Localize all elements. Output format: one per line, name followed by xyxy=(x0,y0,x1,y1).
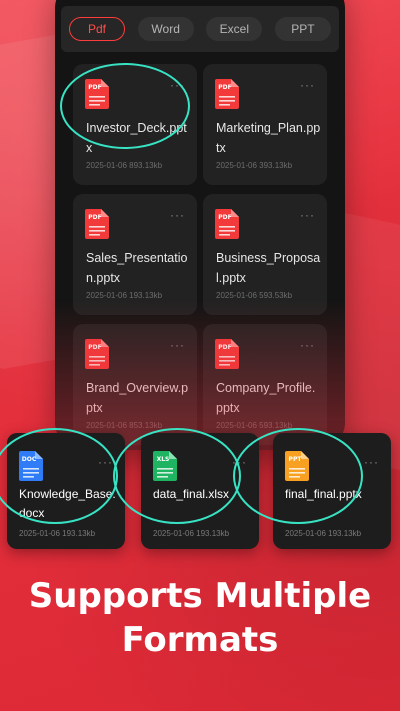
file-type-label: PDF xyxy=(88,344,102,351)
file-name: Sales_Presentation.pptx xyxy=(86,251,188,285)
doc-file-icon: DOC xyxy=(19,451,43,481)
file-name: Brand_Overview.pptx xyxy=(86,381,189,415)
more-options-icon[interactable]: ··· xyxy=(170,338,185,352)
file-card[interactable]: PDF ··· Marketing_Plan.pptx 2025-01-06 3… xyxy=(203,64,327,185)
file-type-label: PPT xyxy=(288,456,302,463)
pdf-file-icon: PDF xyxy=(215,209,239,239)
file-name: Marketing_Plan.pptx xyxy=(216,121,321,155)
file-meta: 2025-01-06 893.13kb xyxy=(86,161,163,170)
pdf-file-icon: PDF xyxy=(215,339,239,369)
file-meta: 2025-01-06 193.13kb xyxy=(86,291,163,300)
file-meta: 2025-01-06 393.13kb xyxy=(216,161,293,170)
pdf-file-icon: PDF xyxy=(215,79,239,109)
headline-line-1: Supports Multiple xyxy=(28,576,372,616)
file-name: Investor_Deck.pptx xyxy=(86,121,187,155)
more-options-icon[interactable]: ··· xyxy=(300,78,315,92)
featured-file-card[interactable]: XLS ··· data_final.xlsx 2025-01-06 193.1… xyxy=(141,433,259,549)
format-tab-bar: Pdf Word Excel PPT xyxy=(61,6,339,52)
file-meta: 2025-01-06 593.53kb xyxy=(216,291,293,300)
tab-pdf[interactable]: Pdf xyxy=(69,17,125,41)
file-type-label: DOC xyxy=(21,456,37,463)
more-options-icon[interactable]: ··· xyxy=(170,78,185,92)
pdf-file-icon: PDF xyxy=(85,339,109,369)
file-type-label: PDF xyxy=(88,84,102,91)
file-meta: 2025-01-06 853.13kb xyxy=(86,421,163,430)
file-name: data_final.xlsx xyxy=(153,487,230,501)
headline-line-2: Formats xyxy=(121,620,279,660)
file-meta: 2025-01-06 193.13kb xyxy=(19,529,96,538)
featured-file-card[interactable]: PPT ··· final_final.pptx 2025-01-06 193.… xyxy=(273,433,391,549)
file-name: Business_Proposal.pptx xyxy=(216,251,321,285)
phone-mockup: Pdf Word Excel PPT PDF ··· Investor_Deck… xyxy=(55,0,345,450)
file-type-label: PDF xyxy=(218,344,232,351)
headline: Supports Multiple Formats xyxy=(0,574,400,662)
file-card[interactable]: PDF ··· Company_Profile.pptx 2025-01-06 … xyxy=(203,324,327,445)
featured-file-card[interactable]: DOC ··· Knowledge_Base.docx 2025-01-06 1… xyxy=(7,433,125,549)
more-options-icon[interactable]: ··· xyxy=(364,455,379,469)
file-type-label: PDF xyxy=(218,84,232,91)
file-type-label: PDF xyxy=(218,214,232,221)
pdf-file-icon: PDF xyxy=(85,79,109,109)
file-type-label: XLS xyxy=(156,456,170,463)
tab-word[interactable]: Word xyxy=(137,17,194,41)
file-name: Knowledge_Base.docx xyxy=(19,487,116,520)
tab-excel[interactable]: Excel xyxy=(206,17,263,41)
xls-file-icon: XLS xyxy=(153,451,177,481)
file-card[interactable]: PDF ··· Brand_Overview.pptx 2025-01-06 8… xyxy=(73,324,197,445)
more-options-icon[interactable]: ··· xyxy=(170,208,185,222)
file-card[interactable]: PDF ··· Investor_Deck.pptx 2025-01-06 89… xyxy=(73,64,197,185)
file-meta: 2025-01-06 193.13kb xyxy=(285,529,362,538)
ppt-file-icon: PPT xyxy=(285,451,309,481)
file-meta: 2025-01-06 193.13kb xyxy=(153,529,230,538)
file-type-label: PDF xyxy=(88,214,102,221)
file-name: Company_Profile.pptx xyxy=(216,381,316,415)
tab-ppt[interactable]: PPT xyxy=(274,17,331,41)
file-card[interactable]: PDF ··· Sales_Presentation.pptx 2025-01-… xyxy=(73,194,197,315)
more-options-icon[interactable]: ··· xyxy=(300,208,315,222)
file-card[interactable]: PDF ··· Business_Proposal.pptx 2025-01-0… xyxy=(203,194,327,315)
file-name: final_final.pptx xyxy=(285,487,362,501)
file-meta: 2025-01-06 593.13kb xyxy=(216,421,293,430)
more-options-icon[interactable]: ··· xyxy=(232,455,247,469)
more-options-icon[interactable]: ··· xyxy=(98,455,113,469)
pdf-file-icon: PDF xyxy=(85,209,109,239)
more-options-icon[interactable]: ··· xyxy=(300,338,315,352)
